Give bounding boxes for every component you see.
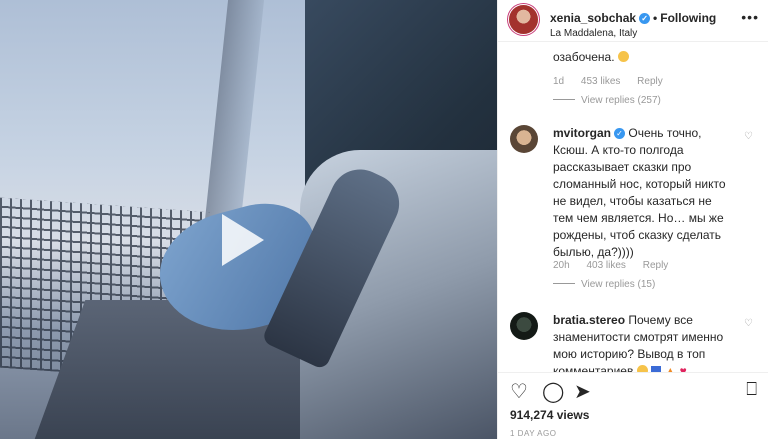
comment: mvitorgan ✓ Очень точно, Ксюш. А кто-то п… [553,125,733,261]
post-video[interactable] [0,0,497,439]
comment-meta: 20h 403 likes Reply [553,260,682,271]
verified-badge-icon: ✓ [639,13,651,24]
separator-dot: • [653,11,658,25]
comment-tail: озабочена. [553,50,629,64]
emoji-icon [617,51,629,62]
comment: bratia.stereo Почему все знаменитости см… [553,312,733,372]
like-comment-heart-icon[interactable]: ♡ [744,131,753,142]
avatar[interactable] [510,125,538,153]
play-icon[interactable] [222,214,264,266]
avatar[interactable] [509,5,538,34]
fire-emoji-icon: ▲ [664,364,677,372]
bookmark-icon[interactable]: ⎕ [746,379,757,400]
following-button[interactable]: Following [660,11,716,25]
reply-button[interactable]: Reply [643,260,669,271]
divider [553,283,575,284]
comment-likes[interactable]: 453 likes [581,76,620,87]
verified-badge-icon: ✓ [614,128,626,139]
comments-list[interactable]: озабочена. 1d 453 likes Reply View repli… [498,42,768,372]
view-replies-button[interactable]: View replies (257) [553,95,661,106]
view-replies-label: View replies (15) [581,279,656,290]
heart-icon[interactable]: ♡ [510,379,528,404]
reply-button[interactable]: Reply [637,76,663,87]
comment-meta: 1d 453 likes Reply [553,76,677,87]
username-link[interactable]: xenia_sobchak [550,11,636,25]
comment-likes[interactable]: 403 likes [586,260,625,271]
post-timestamp[interactable]: 1 DAY AGO [510,429,556,438]
comment-username[interactable]: mvitorgan [553,126,611,140]
comment-time: 1d [553,76,565,87]
comment-icon[interactable]: ◯ [542,379,564,404]
instagram-post: xenia_sobchak ✓ • Following La Maddalena, I… [0,0,768,439]
view-replies-label: View replies (257) [581,95,661,106]
view-replies-button[interactable]: View replies (15) [553,279,655,290]
comment-time: 20h [553,260,570,271]
comment-text: Очень точно, Ксюш. А кто-то полгода расс… [553,126,726,259]
more-options-icon[interactable]: ••• [741,9,759,25]
divider [553,99,575,100]
post-actions: ♡ ◯ ➤ ⎕ 914,274 views 1 DAY AGO [498,372,768,439]
location-link[interactable]: La Maddalena, Italy [550,28,637,39]
comment-text: озабочена. [553,50,615,64]
post-header: xenia_sobchak ✓ • Following La Maddalena, I… [498,0,768,42]
like-comment-heart-icon[interactable]: ♡ [744,318,753,329]
emoji-icon [636,365,648,372]
heart-emoji-icon: ♥ [679,364,687,372]
comment-username[interactable]: bratia.stereo [553,313,625,327]
post-author: xenia_sobchak ✓ • Following [550,11,716,25]
avatar[interactable] [510,312,538,340]
share-icon[interactable]: ➤ [574,379,591,404]
view-count[interactable]: 914,274 views [510,408,589,422]
post-sidebar: xenia_sobchak ✓ • Following La Maddalena, I… [497,0,768,439]
